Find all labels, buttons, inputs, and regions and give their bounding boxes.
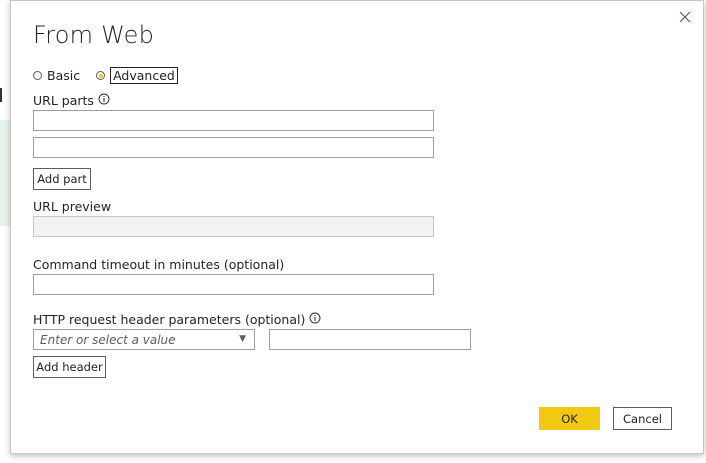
url-preview-label: URL preview <box>33 199 112 214</box>
headers-label: HTTP request header parameters (optional… <box>33 312 306 327</box>
info-icon[interactable] <box>98 93 110 108</box>
from-web-dialog: From Web Basic Advanced URL parts Add pa… <box>10 0 704 454</box>
timeout-label: Command timeout in minutes (optional) <box>33 257 285 272</box>
background-divider <box>0 88 2 102</box>
cancel-button[interactable]: Cancel <box>613 407 672 430</box>
close-icon[interactable] <box>677 9 693 25</box>
basic-radio[interactable]: Basic <box>33 68 80 83</box>
chevron-down-icon: ▼ <box>239 334 246 344</box>
add-part-button[interactable]: Add part <box>33 168 91 190</box>
header-key-dropdown[interactable]: Enter or select a value ▼ <box>33 329 255 350</box>
basic-radio-label: Basic <box>47 68 81 83</box>
url-parts-label: URL parts <box>33 93 94 108</box>
add-header-button[interactable]: Add header <box>33 356 106 378</box>
url-part-input-2[interactable] <box>33 137 434 158</box>
advanced-radio-label: Advanced <box>110 67 178 84</box>
dialog-title: From Web <box>33 21 155 49</box>
header-value-input[interactable] <box>269 329 471 350</box>
headers-label-row: HTTP request header parameters (optional… <box>33 312 321 327</box>
mode-radio-group: Basic Advanced <box>33 67 178 84</box>
timeout-input[interactable] <box>33 274 434 295</box>
header-key-placeholder: Enter or select a value <box>40 332 176 347</box>
info-icon[interactable] <box>309 312 321 327</box>
basic-radio-icon <box>33 71 42 80</box>
url-part-input-1[interactable] <box>33 110 434 131</box>
ok-button[interactable]: OK <box>539 407 600 430</box>
advanced-radio-icon <box>96 71 106 80</box>
advanced-radio[interactable]: Advanced <box>96 67 178 84</box>
url-parts-label-row: URL parts <box>33 93 110 108</box>
background-panel <box>0 120 10 226</box>
url-preview-field <box>33 216 434 237</box>
